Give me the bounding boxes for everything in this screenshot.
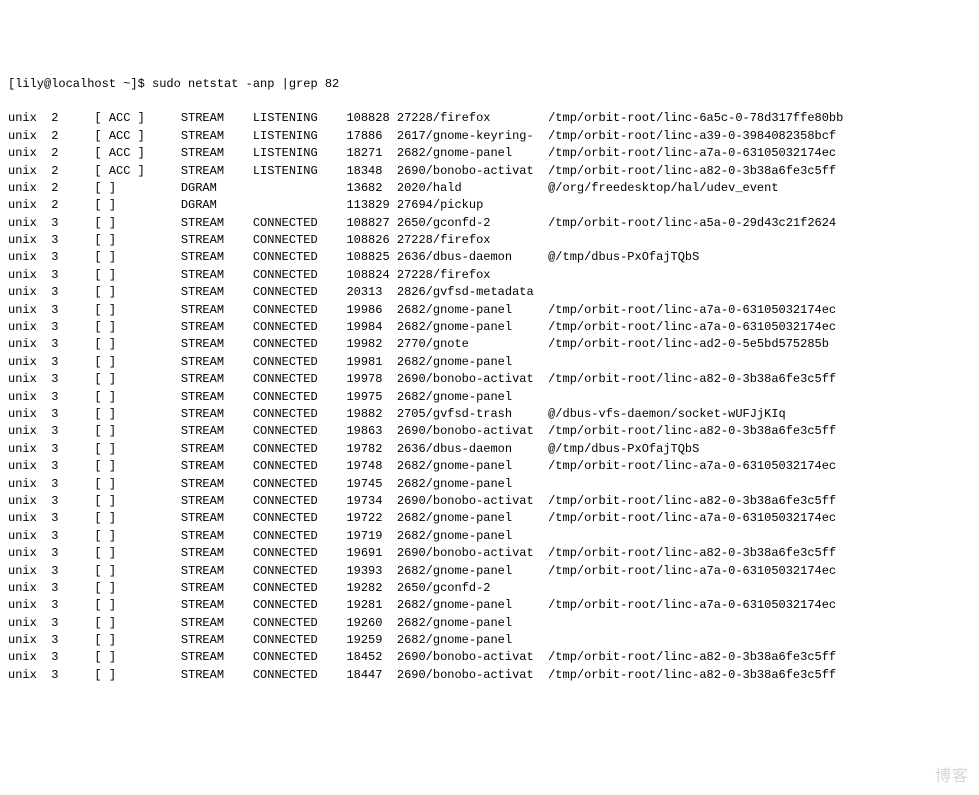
shell-command: sudo netstat -anp |grep 82 — [152, 77, 339, 91]
netstat-row: unix 3 [ ] STREAM CONNECTED 19259 2682/g… — [8, 632, 971, 649]
netstat-row: unix 3 [ ] STREAM CONNECTED 19745 2682/g… — [8, 476, 971, 493]
netstat-row: unix 3 [ ] STREAM CONNECTED 19863 2690/b… — [8, 423, 971, 440]
shell-prompt: [lily@localhost ~]$ — [8, 77, 152, 91]
netstat-row: unix 3 [ ] STREAM CONNECTED 19975 2682/g… — [8, 389, 971, 406]
netstat-row: unix 3 [ ] STREAM CONNECTED 19978 2690/b… — [8, 371, 971, 388]
netstat-row: unix 3 [ ] STREAM CONNECTED 108825 2636/… — [8, 249, 971, 266]
netstat-row: unix 2 [ ] DGRAM 13682 2020/hald @/org/f… — [8, 180, 971, 197]
netstat-row: unix 3 [ ] STREAM CONNECTED 19984 2682/g… — [8, 319, 971, 336]
netstat-row: unix 3 [ ] STREAM CONNECTED 19734 2690/b… — [8, 493, 971, 510]
netstat-row: unix 3 [ ] STREAM CONNECTED 19882 2705/g… — [8, 406, 971, 423]
netstat-row: unix 3 [ ] STREAM CONNECTED 18447 2690/b… — [8, 667, 971, 684]
netstat-row: unix 2 [ ACC ] STREAM LISTENING 108828 2… — [8, 110, 971, 127]
netstat-output: unix 2 [ ACC ] STREAM LISTENING 108828 2… — [8, 110, 971, 684]
terminal-prompt-line[interactable]: [lily@localhost ~]$ sudo netstat -anp |g… — [8, 76, 971, 93]
netstat-row: unix 3 [ ] STREAM CONNECTED 19260 2682/g… — [8, 615, 971, 632]
watermark-text: 博客 — [935, 765, 969, 788]
netstat-row: unix 3 [ ] STREAM CONNECTED 108826 27228… — [8, 232, 971, 249]
netstat-row: unix 2 [ ACC ] STREAM LISTENING 17886 26… — [8, 128, 971, 145]
netstat-row: unix 3 [ ] STREAM CONNECTED 20313 2826/g… — [8, 284, 971, 301]
netstat-row: unix 3 [ ] STREAM CONNECTED 18452 2690/b… — [8, 649, 971, 666]
netstat-row: unix 3 [ ] STREAM CONNECTED 108824 27228… — [8, 267, 971, 284]
netstat-row: unix 3 [ ] STREAM CONNECTED 108827 2650/… — [8, 215, 971, 232]
netstat-row: unix 2 [ ACC ] STREAM LISTENING 18271 26… — [8, 145, 971, 162]
netstat-row: unix 3 [ ] STREAM CONNECTED 19281 2682/g… — [8, 597, 971, 614]
netstat-row: unix 2 [ ACC ] STREAM LISTENING 18348 26… — [8, 163, 971, 180]
netstat-row: unix 3 [ ] STREAM CONNECTED 19722 2682/g… — [8, 510, 971, 527]
netstat-row: unix 3 [ ] STREAM CONNECTED 19986 2682/g… — [8, 302, 971, 319]
netstat-row: unix 2 [ ] DGRAM 113829 27694/pickup — [8, 197, 971, 214]
netstat-row: unix 3 [ ] STREAM CONNECTED 19393 2682/g… — [8, 563, 971, 580]
netstat-row: unix 3 [ ] STREAM CONNECTED 19282 2650/g… — [8, 580, 971, 597]
netstat-row: unix 3 [ ] STREAM CONNECTED 19981 2682/g… — [8, 354, 971, 371]
netstat-row: unix 3 [ ] STREAM CONNECTED 19691 2690/b… — [8, 545, 971, 562]
netstat-row: unix 3 [ ] STREAM CONNECTED 19719 2682/g… — [8, 528, 971, 545]
netstat-row: unix 3 [ ] STREAM CONNECTED 19982 2770/g… — [8, 336, 971, 353]
netstat-row: unix 3 [ ] STREAM CONNECTED 19782 2636/d… — [8, 441, 971, 458]
netstat-row: unix 3 [ ] STREAM CONNECTED 19748 2682/g… — [8, 458, 971, 475]
